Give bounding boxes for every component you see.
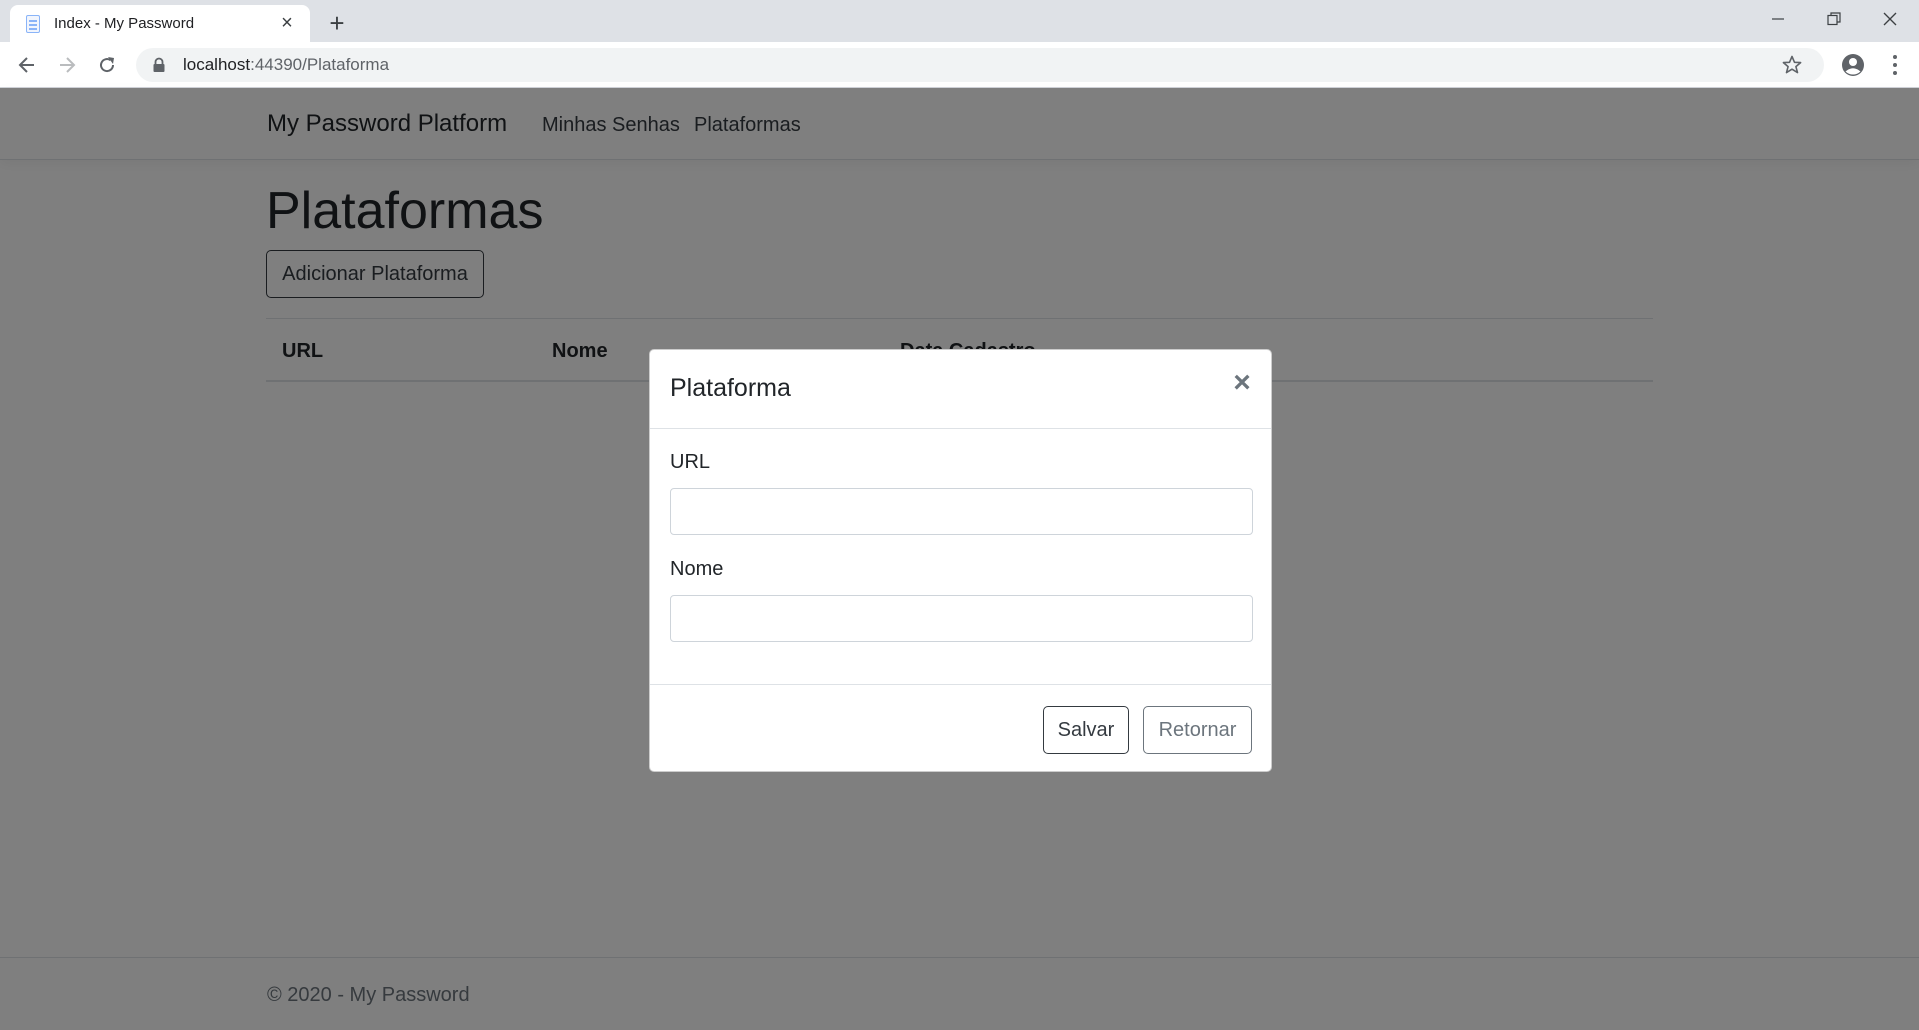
url-field-label: URL <box>670 451 711 473</box>
forward-arrow-icon[interactable] <box>50 48 84 82</box>
modal-header: Plataforma × <box>650 350 1271 429</box>
tab-close-icon[interactable]: × <box>276 12 298 35</box>
platform-modal: Plataforma × URL Nome Salvar Retornar <box>649 349 1272 772</box>
tab-title: Index - My Password <box>54 15 195 32</box>
browser-tab[interactable]: Index - My Password × <box>10 5 310 42</box>
save-button[interactable]: Salvar <box>1043 706 1129 754</box>
bookmark-star-icon[interactable] <box>1782 55 1802 75</box>
address-url: localhost:44390/Plataforma <box>183 55 390 74</box>
url-input[interactable] <box>670 488 1253 535</box>
browser-tabbar: Index - My Password × + <box>0 0 1919 42</box>
browser-toolbar: localhost:44390/Plataforma <box>0 42 1919 88</box>
profile-avatar-icon[interactable] <box>1837 49 1869 81</box>
modal-title: Plataforma <box>670 374 791 402</box>
modal-footer: Salvar Retornar <box>650 684 1271 771</box>
new-tab-icon[interactable]: + <box>322 8 352 38</box>
address-bar[interactable]: localhost:44390/Plataforma <box>136 48 1824 82</box>
restore-icon[interactable] <box>1806 0 1862 38</box>
close-window-icon[interactable] <box>1862 0 1918 38</box>
minimize-icon[interactable] <box>1750 0 1806 38</box>
lock-icon <box>152 57 166 73</box>
close-icon[interactable]: × <box>1227 366 1257 399</box>
browser-menu-icon[interactable] <box>1880 49 1910 81</box>
page-favicon-icon <box>24 14 42 34</box>
back-arrow-icon[interactable] <box>10 48 44 82</box>
reload-icon[interactable] <box>90 48 124 82</box>
return-button[interactable]: Retornar <box>1143 706 1252 754</box>
nome-input[interactable] <box>670 595 1253 642</box>
nome-field-label: Nome <box>670 558 724 580</box>
modal-body: URL Nome <box>650 429 1271 684</box>
